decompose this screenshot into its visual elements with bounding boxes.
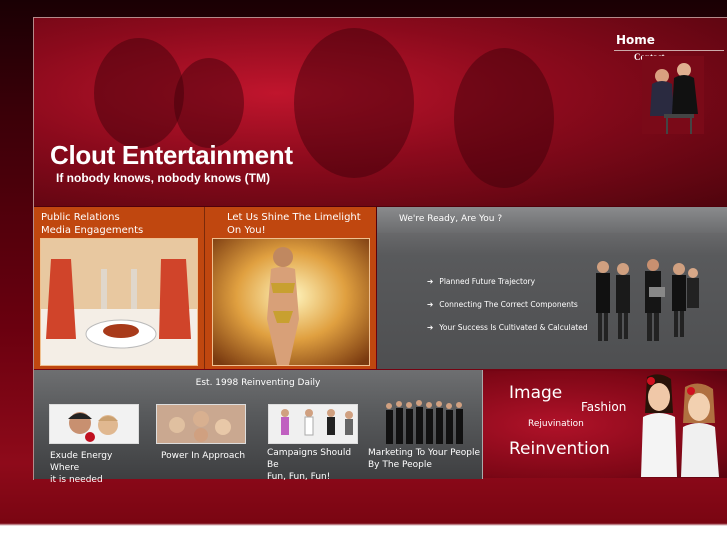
panel-ready-title: We're Ready, Are You ? xyxy=(399,214,503,224)
promo-panel[interactable]: Image Fashion Rejuvination Reinvention xyxy=(483,371,727,478)
panel-public-relations[interactable]: Public Relations Media Engagements xyxy=(34,207,205,369)
site-tagline: If nobody knows, nobody knows (TM) xyxy=(56,171,270,185)
caption-power-approach: Power In Approach xyxy=(161,451,246,461)
bullet-item: ➔ Your Success Is Cultivated & Calculated xyxy=(427,323,588,332)
caption-exude-energy: Exude Energy Where it is needed xyxy=(50,451,113,485)
thumb-campaigns[interactable] xyxy=(268,404,358,444)
header-banner: Clout Entertainment If nobody knows, nob… xyxy=(34,18,727,206)
panel-limelight-line2: On You! xyxy=(227,225,266,236)
promo-models-image xyxy=(641,374,719,477)
promo-word-image: Image xyxy=(509,383,563,403)
panel-pr-line2: Media Engagements xyxy=(41,225,144,236)
thumb-exude-energy[interactable] xyxy=(49,404,139,444)
promo-word-fashion: Fashion xyxy=(581,400,627,414)
established-heading: Est. 1998 Reinventing Daily xyxy=(195,378,321,388)
dining-table-image xyxy=(40,238,198,366)
caption-campaigns: Campaigns Should Be Fun, Fun, Fun! xyxy=(267,448,352,482)
site-title: Clout Entertainment xyxy=(50,140,293,170)
header-photo xyxy=(642,56,704,134)
panel-limelight[interactable]: Let Us Shine The Limelight On You! xyxy=(205,207,376,369)
nav-home-link[interactable]: Home xyxy=(616,33,655,47)
promo-word-rejuvination: Rejuvination xyxy=(528,419,584,429)
limelight-model-image xyxy=(212,238,370,366)
business-team-image xyxy=(596,259,699,341)
promo-word-reinvention: Reinvention xyxy=(509,439,610,459)
thumb-marketing[interactable] xyxy=(384,400,466,446)
caption-marketing: Marketing To Your People By The People xyxy=(368,448,481,470)
bullet-item: ➔ Planned Future Trajectory xyxy=(427,277,536,286)
bullet-item: ➔ Connecting The Correct Components xyxy=(427,300,578,309)
panel-pr-line1: Public Relations xyxy=(41,212,120,223)
services-strip: Est. 1998 Reinventing Daily Exude Energy… xyxy=(34,370,483,485)
thumb-power-approach[interactable] xyxy=(156,404,246,444)
panel-ready: We're Ready, Are You ? ➔ Planned Future T… xyxy=(377,207,727,369)
nav-divider xyxy=(614,50,724,51)
panel-limelight-line1: Let Us Shine The Limelight xyxy=(227,212,361,223)
panel-ready-header: We're Ready, Are You ? xyxy=(377,207,727,233)
